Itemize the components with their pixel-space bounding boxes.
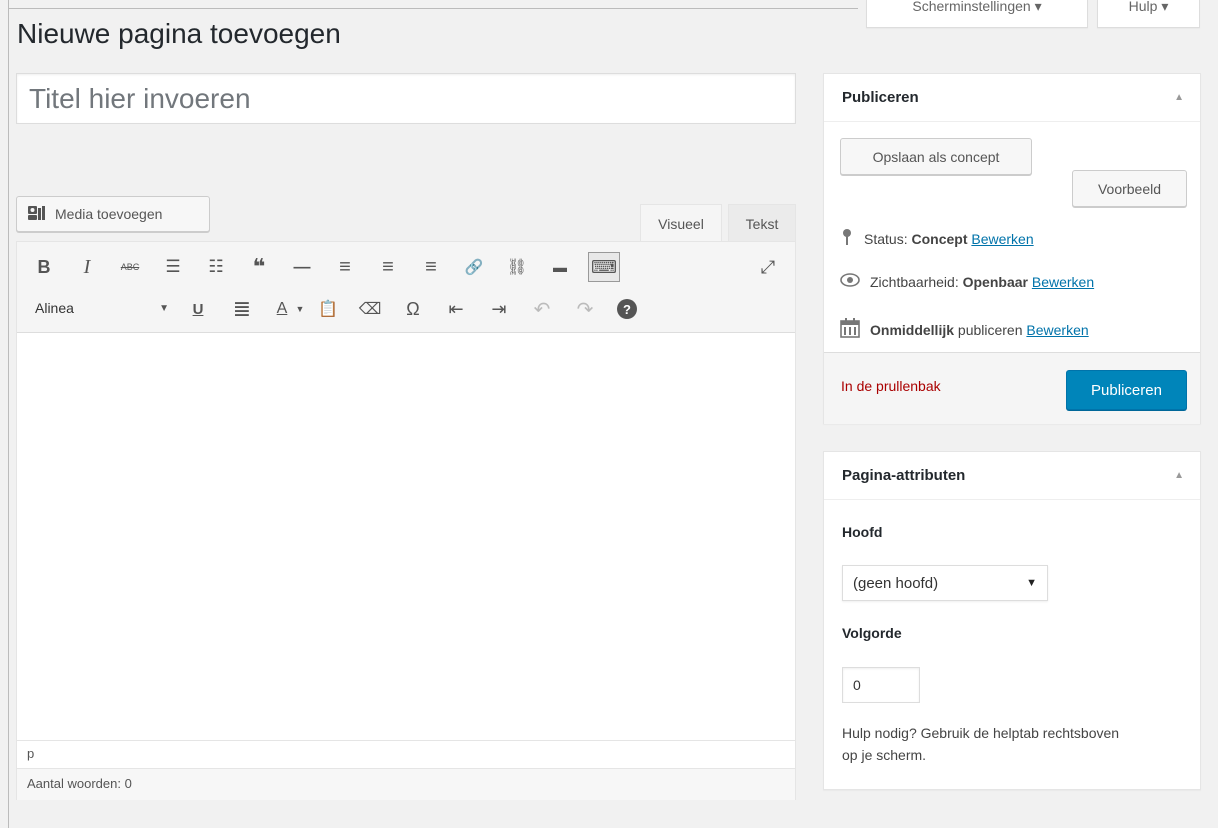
calendar-icon — [840, 318, 860, 341]
chevron-down-icon: ▼ — [1026, 577, 1037, 589]
align-left-icon[interactable]: ≡ — [332, 254, 358, 280]
blockquote-icon[interactable]: ❝ — [246, 254, 272, 280]
collapse-arrow-icon[interactable]: ▲ — [1174, 452, 1184, 500]
word-count: Aantal woorden: 0 — [17, 768, 795, 800]
chevron-down-icon: ▼ — [159, 302, 169, 314]
page-attributes-title: Pagina-attributen — [842, 467, 966, 484]
page-attributes-header[interactable]: Pagina-attributen ▲ — [824, 452, 1200, 500]
help-tab-label: Hulp ▾ — [1128, 0, 1169, 14]
help-icon[interactable]: ? — [617, 299, 637, 319]
editor-box: B I ABC ☰ ☷ ❝ — ≡ ≡ ≡ 🔗 ⛓ ▬ ⌨ ⤢ Alinea ▼… — [16, 241, 796, 800]
unlink-icon[interactable]: ⛓ — [504, 254, 530, 280]
clear-formatting-icon[interactable]: ⌫ — [357, 296, 383, 322]
screen-options-label: Scherminstellingen ▾ — [912, 0, 1042, 14]
parent-select[interactable]: (geen hoofd) ▼ — [842, 565, 1048, 601]
editor-toolbar: B I ABC ☰ ☷ ❝ — ≡ ≡ ≡ 🔗 ⛓ ▬ ⌨ ⤢ Alinea ▼… — [17, 242, 795, 333]
page-attributes-box: Pagina-attributen ▲ Hoofd (geen hoofd) ▼… — [823, 451, 1201, 790]
publish-box: Publiceren ▲ Opslaan als concept Voorbee… — [823, 73, 1201, 424]
parent-select-value: (geen hoofd) — [853, 574, 939, 592]
redo-icon[interactable]: ↷ — [572, 296, 598, 322]
underline-icon[interactable]: U — [185, 296, 211, 322]
publish-button[interactable]: Publiceren — [1066, 370, 1187, 410]
frame-left-border — [8, 0, 9, 828]
numbered-list-icon[interactable]: ☷ — [203, 254, 229, 280]
schedule-row: Onmiddellijk publiceren Bewerken — [840, 318, 1089, 341]
parent-label: Hoofd — [842, 524, 883, 540]
eye-icon — [840, 273, 860, 290]
add-media-label: Media toevoegen — [55, 206, 163, 222]
screen-options-tab[interactable]: Scherminstellingen ▾ — [866, 0, 1088, 28]
page-title: Nieuwe pagina toevoegen — [17, 18, 341, 49]
format-select-value: Alinea — [35, 300, 74, 316]
move-to-trash-link[interactable]: In de prullenbak — [841, 378, 941, 394]
paste-text-icon[interactable]: 📋 — [315, 296, 341, 322]
fullscreen-icon[interactable]: ⤢ — [755, 254, 781, 280]
status-value: Concept — [911, 230, 968, 247]
publish-box-header[interactable]: Publiceren ▲ — [824, 74, 1200, 122]
link-icon[interactable]: 🔗 — [461, 254, 487, 280]
visibility-label: Zichtbaarheid: — [870, 273, 959, 290]
page-attributes-help-text: Hulp nodig? Gebruik de helptab rechtsbov… — [842, 725, 1120, 763]
text-color-chevron-icon[interactable]: ▼ — [287, 296, 313, 322]
undo-icon[interactable]: ↶ — [529, 296, 555, 322]
status-edit-link[interactable]: Bewerken — [971, 231, 1033, 247]
editor-content-area[interactable] — [17, 333, 795, 740]
status-label: Status: — [864, 230, 908, 247]
frame-top-border — [8, 8, 858, 9]
status-row: Status: Concept Bewerken — [840, 228, 1034, 249]
toolbar-toggle-icon[interactable]: ⌨ — [588, 252, 620, 282]
schedule-value: Onmiddellijk — [870, 321, 955, 338]
post-title-input[interactable] — [16, 73, 796, 124]
special-character-icon[interactable]: Ω — [400, 296, 426, 322]
order-label: Volgorde — [842, 625, 902, 641]
publish-actions: In de prullenbak Publiceren — [824, 352, 1200, 424]
format-select[interactable]: Alinea ▼ — [25, 294, 175, 322]
publish-box-title: Publiceren — [842, 89, 919, 106]
order-input[interactable] — [842, 667, 920, 703]
visibility-edit-link[interactable]: Bewerken — [1032, 274, 1094, 290]
visibility-row: Zichtbaarheid: Openbaar Bewerken — [840, 273, 1094, 290]
indent-icon[interactable]: ⇥ — [486, 296, 512, 322]
outdent-icon[interactable]: ⇤ — [443, 296, 469, 322]
align-right-icon[interactable]: ≡ — [418, 254, 444, 280]
save-draft-button[interactable]: Opslaan als concept — [840, 138, 1032, 175]
schedule-label: publiceren — [957, 321, 1023, 338]
justify-icon[interactable]: ≣ — [229, 296, 255, 322]
help-tab[interactable]: Hulp ▾ — [1097, 0, 1200, 28]
bold-icon[interactable]: B — [31, 254, 57, 280]
italic-icon[interactable]: I — [74, 254, 100, 280]
media-icon — [27, 204, 49, 225]
align-center-icon[interactable]: ≡ — [375, 254, 401, 280]
collapse-arrow-icon[interactable]: ▲ — [1174, 74, 1184, 122]
read-more-icon[interactable]: ▬ — [547, 254, 573, 280]
preview-button[interactable]: Voorbeeld — [1072, 170, 1187, 207]
strikethrough-icon[interactable]: ABC — [117, 254, 143, 280]
bullet-list-icon[interactable]: ☰ — [160, 254, 186, 280]
tab-visual[interactable]: Visueel — [640, 204, 722, 242]
schedule-edit-link[interactable]: Bewerken — [1026, 322, 1088, 338]
pin-icon — [840, 228, 854, 249]
tab-text[interactable]: Tekst — [728, 204, 796, 242]
visibility-value: Openbaar — [962, 273, 1028, 290]
add-media-button[interactable]: Media toevoegen — [16, 196, 210, 232]
horizontal-line-icon[interactable]: — — [289, 254, 315, 280]
editor-path: p — [17, 740, 795, 768]
